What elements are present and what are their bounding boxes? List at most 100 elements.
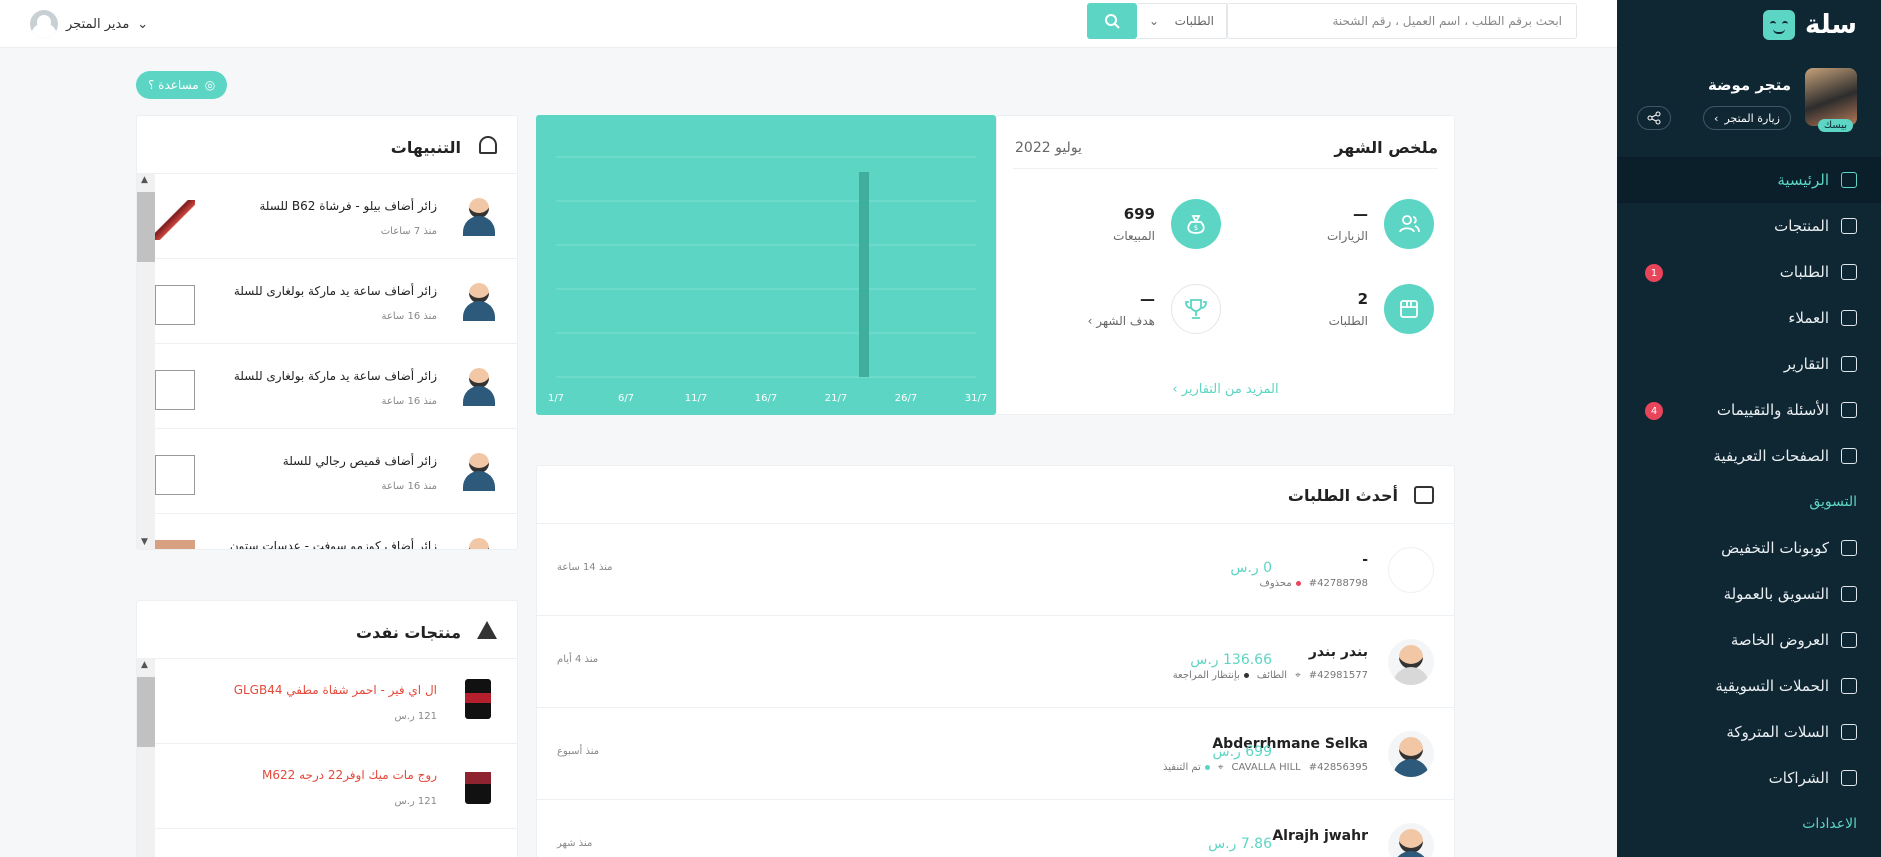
visitor-avatar — [461, 536, 497, 549]
chevron-left-icon: › — [1087, 314, 1093, 328]
customer-avatar — [1388, 823, 1434, 857]
order-row[interactable]: بندر بندر #42981577 ⌖ الطائف بإنتظار المراج… — [537, 616, 1454, 708]
scroll-down-icon[interactable]: ▼ — [141, 537, 148, 547]
customer-avatar — [1388, 639, 1434, 685]
scrollbar-thumb[interactable] — [137, 677, 155, 747]
notification-text: زائر أضاف ساعة يد ماركة بولغارى للسلة — [233, 369, 437, 383]
partners-icon — [1841, 770, 1857, 786]
visitor-avatar — [461, 451, 497, 491]
sidebar-item-offers[interactable]: العروض الخاصة — [1617, 617, 1881, 663]
order-row[interactable]: - #42788798 محذوف 0 ر.س منذ 14 ساعة — [537, 524, 1454, 616]
share-store-button[interactable] — [1637, 106, 1671, 130]
chevron-down-icon: ⌄ — [1149, 14, 1160, 28]
sales-label: المبيعات — [1113, 229, 1155, 243]
product-thumbnail — [465, 764, 491, 804]
sidebar-item-pages[interactable]: الصفحات التعريفية — [1617, 433, 1881, 479]
out-of-stock-card: منتجات نفدت ▲ ال اي فير - احمر شفاة مطفي… — [136, 600, 518, 857]
sidebar-item-questions[interactable]: الأسئلة والتقييمات 4 — [1617, 387, 1881, 433]
help-button[interactable]: ◎ مساعدة ؟ — [136, 71, 228, 99]
users-icon — [1841, 310, 1857, 326]
user-menu[interactable]: مدير المتجر ⌄ — [30, 10, 148, 38]
notifications-title: التنبيهات — [390, 138, 461, 157]
product-thumbnail — [155, 200, 195, 240]
sidebar-item-abandoned-carts[interactable]: السلات المتروكة — [1617, 709, 1881, 755]
orders-title: أحدث الطلبات — [1287, 486, 1398, 505]
help-label: مساعدة ؟ — [148, 78, 199, 92]
orders-value: 2 — [1357, 290, 1368, 308]
notification-item[interactable]: زائر أضاف كوزمو سوفت - عدسات ستون — [155, 514, 517, 549]
notification-item[interactable]: زائر أضاف قميص رجالي للسلة منذ 16 ساعة — [155, 429, 517, 514]
more-reports-link[interactable]: المزيد من التقارير › — [997, 382, 1454, 397]
search-button[interactable] — [1087, 3, 1137, 39]
cart-icon — [1841, 724, 1857, 740]
sidebar-item-campaigns[interactable]: الحملات التسويقية — [1617, 663, 1881, 709]
sidebar-item-label: المنتجات — [1774, 217, 1829, 235]
salla-logo-icon — [1763, 10, 1796, 40]
box-icon — [1414, 486, 1434, 504]
sidebar-nav: الرئيسية المنتجات الطلبات 1 العملاء التقا… — [1617, 157, 1881, 847]
notification-item[interactable]: زائر أضاف ساعة يد ماركة بولغارى للسلة منذ… — [155, 344, 517, 429]
brand-logo[interactable]: سلة — [1763, 10, 1857, 40]
sidebar-item-affiliate[interactable]: التسويق بالعمولة — [1617, 571, 1881, 617]
sidebar-item-label: الطلبات — [1779, 263, 1829, 281]
sidebar-item-home[interactable]: الرئيسية — [1617, 157, 1881, 203]
chevron-left-icon: › — [1714, 111, 1719, 125]
sidebar-item-label: الحملات التسويقية — [1715, 677, 1829, 695]
image-placeholder-icon — [155, 455, 195, 495]
sidebar-item-reports[interactable]: التقارير — [1617, 341, 1881, 387]
dollar-icon — [1841, 586, 1857, 602]
out-of-stock-item[interactable]: روج مات ميك اوفر22 درجه M622 121 ر.س — [155, 744, 517, 829]
order-id: #42856395 — [1308, 762, 1368, 773]
out-of-stock-header: منتجات نفدت — [137, 601, 517, 659]
notification-time: منذ 7 ساعات — [380, 226, 437, 237]
search-type-select[interactable]: الطلبات ⌄ — [1137, 3, 1227, 39]
shirt-icon — [1841, 218, 1857, 234]
month-summary-card: ملخص الشهر يوليو 2022 — الزيارات $ 699 ا… — [996, 115, 1455, 415]
notification-item[interactable]: زائر أضاف ساعة يد ماركة بولغارى للسلة منذ… — [155, 259, 517, 344]
visits-label: الزيارات — [1326, 229, 1368, 243]
notifications-scrollbar[interactable]: ▲ ▼ — [137, 174, 155, 549]
warning-icon — [477, 621, 497, 639]
scroll-up-icon[interactable]: ▲ — [141, 660, 148, 670]
out-of-stock-scrollbar[interactable]: ▲ — [137, 659, 155, 857]
sidebar-item-label: السلات المتروكة — [1726, 723, 1829, 741]
goal-kpi[interactable]: — هدف الشهر › — [1021, 284, 1221, 344]
scroll-up-icon[interactable]: ▲ — [141, 175, 148, 185]
notifications-card: التنبيهات ▲ ▼ زائر أضاف بيلو - فرشاة B62 … — [136, 115, 518, 550]
box-icon — [1841, 264, 1857, 280]
store-avatar[interactable] — [1805, 68, 1857, 126]
orders-count-badge: 1 — [1645, 264, 1663, 282]
sidebar-item-orders[interactable]: الطلبات 1 — [1617, 249, 1881, 295]
sidebar-item-products[interactable]: المنتجات — [1617, 203, 1881, 249]
search-icon — [1105, 14, 1120, 29]
sidebar-item-partners[interactable]: الشراكات — [1617, 755, 1881, 801]
search-input[interactable] — [1227, 3, 1577, 39]
top-bar: الطلبات ⌄ مدير المتجر ⌄ — [0, 0, 1617, 48]
share-icon — [1647, 111, 1661, 125]
chart-bar[interactable] — [859, 171, 869, 377]
store-card: بيسك متجر موضة زيارة المتجر › — [1637, 68, 1857, 132]
questions-count-badge: 4 — [1645, 402, 1663, 420]
notification-time: منذ 16 ساعة — [381, 481, 437, 492]
message-icon — [1841, 402, 1857, 418]
order-meta: #42856395 CAVALLA HILL ⌖ تم التنفيذ — [1163, 762, 1368, 773]
sidebar-item-coupons[interactable]: كوبونات التخفيض — [1617, 525, 1881, 571]
out-of-stock-item[interactable]: ال اي فير - احمر شفاة مطفي GLGB44 121 ر.س — [155, 659, 517, 744]
sidebar-item-label: العملاء — [1788, 309, 1829, 327]
order-row[interactable]: Alrajh jwahr 7.86 ر.س منذ شهر — [537, 800, 1454, 857]
notification-item[interactable]: زائر أضاف بيلو - فرشاة B62 للسلة منذ 7 سا… — [155, 174, 517, 259]
product-thumbnail — [465, 679, 491, 719]
chevron-down-icon: ⌄ — [137, 16, 149, 32]
visit-store-button[interactable]: زيارة المتجر › — [1703, 106, 1791, 130]
search-type-value: الطلبات — [1174, 14, 1214, 28]
order-time: منذ أسبوع — [557, 746, 600, 757]
order-row[interactable]: Abderrhmane Selka #42856395 CAVALLA HILL ⌖… — [537, 708, 1454, 800]
sidebar-item-label: العروض الخاصة — [1730, 631, 1829, 649]
scrollbar-thumb[interactable] — [137, 192, 155, 262]
visits-kpi: — الزيارات — [1234, 199, 1434, 259]
order-time: منذ شهر — [557, 838, 593, 849]
goal-label-text: هدف الشهر — [1096, 314, 1155, 328]
sidebar-item-customers[interactable]: العملاء — [1617, 295, 1881, 341]
lifebuoy-icon: ◎ — [204, 78, 216, 92]
notification-text: زائر أضاف قميص رجالي للسلة — [282, 454, 437, 468]
